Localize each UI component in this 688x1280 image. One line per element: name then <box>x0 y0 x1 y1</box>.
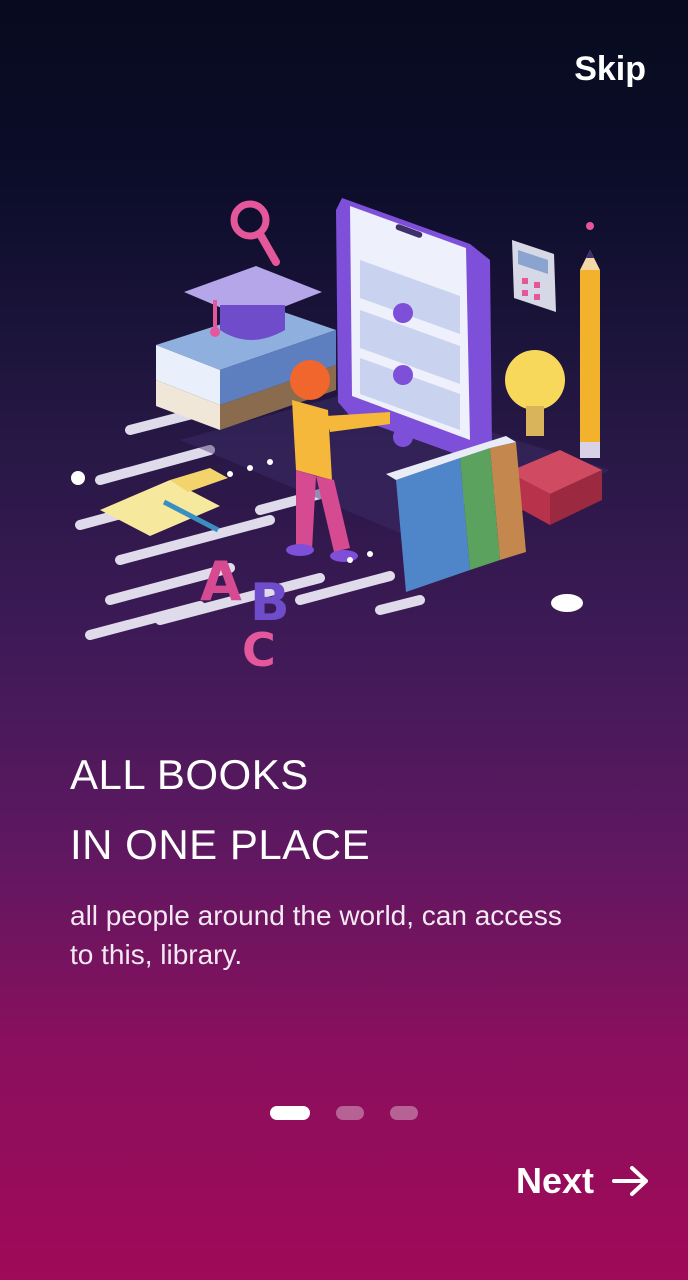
onboarding-subtitle: all people around the world, can access … <box>70 900 562 970</box>
page-indicator <box>270 1106 418 1120</box>
next-button[interactable]: Next <box>516 1160 650 1202</box>
headline-line-2: IN ONE PLACE <box>70 821 371 868</box>
headline-line-1: ALL BOOKS <box>70 751 309 798</box>
onboarding-headline: ALL BOOKS IN ONE PLACE <box>70 740 370 880</box>
next-button-label: Next <box>515 1160 594 1201</box>
skip-button[interactable]: Skip <box>574 50 646 89</box>
page-dot-3[interactable] <box>390 1106 418 1120</box>
library-illustration: A B C <box>71 198 610 677</box>
svg-text:C: C <box>242 623 276 677</box>
page-dot-2[interactable] <box>336 1106 364 1120</box>
svg-text:A: A <box>200 550 242 613</box>
page-dot-1[interactable] <box>270 1106 310 1120</box>
onboarding-screen: Skip A B C ALL BOOKS IN ONE PLACE all pe… <box>0 0 688 1280</box>
arrow-right-icon <box>612 1166 648 1196</box>
